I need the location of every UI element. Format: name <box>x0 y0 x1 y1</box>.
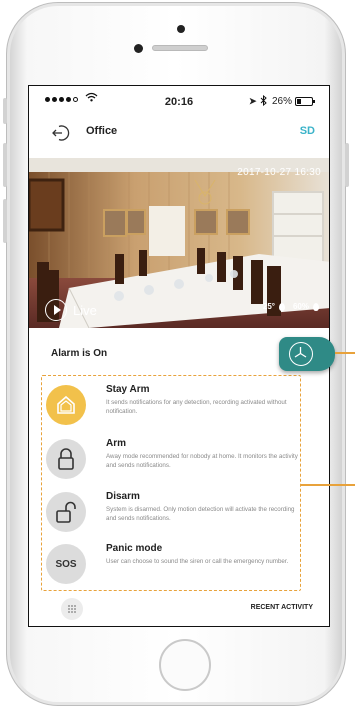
keypad-grid-icon[interactable] <box>61 598 83 620</box>
volume-up-button <box>3 143 7 187</box>
app-header: Office SD <box>29 118 329 148</box>
padlock-open-icon[interactable] <box>46 492 86 532</box>
volume-down-button <box>3 199 7 243</box>
power-button <box>345 143 349 187</box>
home-button[interactable] <box>159 639 211 691</box>
temperature-value: 25° <box>262 302 275 311</box>
earpiece-speaker <box>152 45 208 51</box>
mode-description: System is disarmed. Only motion detectio… <box>106 506 295 522</box>
mode-description: Away mode recommended for nobody at home… <box>106 453 298 469</box>
location-arrow-icon: ➤ <box>249 96 257 106</box>
mode-description: User can choose to sound the siren or ca… <box>106 558 289 565</box>
bottom-bar: RECENT ACTIVITY <box>29 598 329 626</box>
mode-description: It sends notifications for any detection… <box>106 399 287 415</box>
camera-live-feed[interactable]: 2017-10-27 16:30 Live 25° 60% <box>29 158 329 328</box>
sos-icon-text: SOS <box>55 558 77 570</box>
alarm-toggle-button[interactable] <box>279 337 335 371</box>
sd-card-button[interactable]: SD <box>300 125 315 137</box>
callout-line-toggle <box>335 352 355 354</box>
sos-icon[interactable]: SOS <box>46 544 86 584</box>
humidity-drop-icon <box>313 302 319 311</box>
sensor-readout: 25° 60% <box>263 302 319 311</box>
front-camera-icon <box>177 25 185 33</box>
battery-percentage: 26% <box>272 96 293 107</box>
house-icon[interactable] <box>46 385 86 425</box>
page-title: Office <box>86 125 118 137</box>
mode-title: Disarm <box>106 491 140 502</box>
mode-title: Arm <box>106 438 127 449</box>
thermometer-icon <box>278 302 285 311</box>
mode-stay-arm[interactable]: Stay Arm It sends notifications for any … <box>46 382 301 432</box>
alarm-status-label: Alarm is On <box>51 348 108 359</box>
live-play-control[interactable]: Live <box>45 299 97 321</box>
live-label: Live <box>73 302 97 318</box>
exit-back-icon[interactable] <box>51 123 71 143</box>
camera-timestamp: 2017-10-27 16:30 <box>237 167 321 178</box>
mode-panic[interactable]: SOS Panic mode User can choose to sound … <box>46 541 301 591</box>
padlock-closed-icon[interactable] <box>46 439 86 479</box>
mode-arm[interactable]: Arm Away mode recommended for nobody at … <box>46 436 301 486</box>
status-bar: 20:16 ➤ 26% <box>29 86 329 108</box>
mute-switch <box>3 98 7 124</box>
mode-title: Stay Arm <box>106 384 150 395</box>
play-icon[interactable] <box>45 299 67 321</box>
alarm-fan-icon <box>289 342 313 366</box>
mode-disarm[interactable]: Disarm System is disarmed. Only motion d… <box>46 489 301 539</box>
bluetooth-icon <box>260 94 267 109</box>
humidity-value: 60% <box>292 302 309 311</box>
mode-title: Panic mode <box>106 543 163 554</box>
callout-line-modes <box>301 484 355 486</box>
battery-icon <box>295 97 315 106</box>
proximity-sensor <box>134 44 143 53</box>
recent-activity-link[interactable]: RECENT ACTIVITY <box>251 604 313 611</box>
